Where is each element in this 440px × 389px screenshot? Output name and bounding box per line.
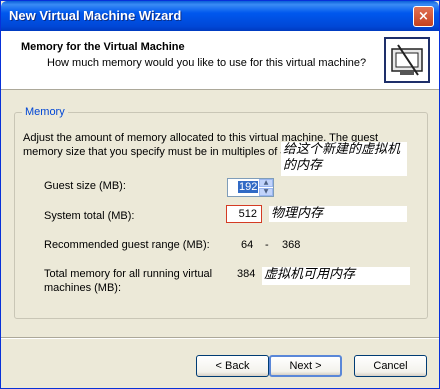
wizard-header: Memory for the Virtual Machine How much … xyxy=(1,31,439,90)
title-bar[interactable]: New Virtual Machine Wizard × xyxy=(1,1,439,31)
system-total-value: 512 xyxy=(226,205,262,223)
close-button[interactable]: × xyxy=(413,6,434,27)
recommended-separator: - xyxy=(265,239,269,251)
button-separator xyxy=(1,337,439,339)
window-title: New Virtual Machine Wizard xyxy=(9,8,182,23)
spin-up-icon[interactable]: ▲ xyxy=(259,179,273,187)
wizard-window: New Virtual Machine Wizard × Memory for … xyxy=(0,0,440,389)
spin-down-icon[interactable]: ▼ xyxy=(259,188,273,196)
recommended-max: 368 xyxy=(282,239,301,251)
guest-size-label: Guest size (MB): xyxy=(44,180,126,192)
memory-group-label: Memory xyxy=(22,106,68,118)
total-running-value: 384 xyxy=(237,268,256,280)
guest-size-input[interactable]: 192 xyxy=(238,181,259,193)
stepper-buttons: ▲ ▼ xyxy=(259,179,273,196)
recommended-range-label: Recommended guest range (MB): xyxy=(44,239,210,251)
next-button[interactable]: Next > xyxy=(269,355,342,377)
page-title: Memory for the Virtual Machine xyxy=(21,41,185,53)
cancel-button[interactable]: Cancel xyxy=(354,355,427,377)
recommended-min: 64 xyxy=(241,239,254,251)
back-button[interactable]: < Back xyxy=(196,355,269,377)
total-running-label: Total memory for all running virtual mac… xyxy=(44,268,213,294)
close-icon: × xyxy=(418,9,429,24)
annotation-available-memory: 虚拟机可用内存 xyxy=(262,267,410,285)
system-total-label: System total (MB): xyxy=(44,210,135,222)
annotation-physical-memory: 物理内存 xyxy=(269,206,407,222)
page-subtitle: How much memory would you like to use fo… xyxy=(47,57,367,69)
wizard-icon xyxy=(384,37,430,83)
annotation-guest-memory: 给这个新建的虚拟机的内存 xyxy=(281,142,407,176)
guest-size-stepper[interactable]: 192 ▲ ▼ xyxy=(227,178,274,197)
